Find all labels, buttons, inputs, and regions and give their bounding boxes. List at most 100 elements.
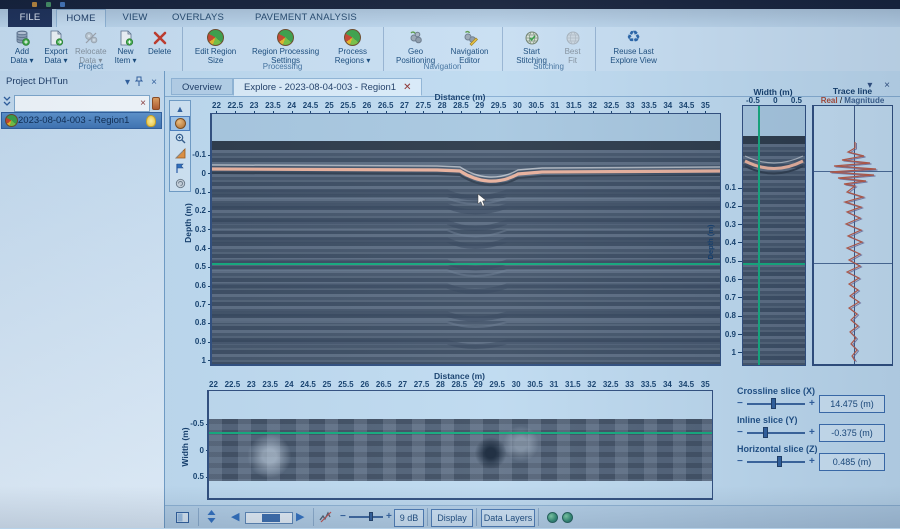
tab-pavement-analysis[interactable]: PAVEMENT ANALYSIS <box>240 9 372 27</box>
reuse-last-explore-view-button[interactable]: ♻ Reuse Last Explore View <box>601 29 667 65</box>
quick-access-icon[interactable] <box>32 2 37 7</box>
navigation-editor-icon <box>462 29 478 46</box>
horizontal-slice-row: − + 0.485 (m) <box>737 456 887 468</box>
trace-magnitude-label[interactable]: Magnitude <box>844 96 884 105</box>
increment-icon[interactable]: + <box>809 427 815 438</box>
axis-tick: 27 <box>400 101 409 110</box>
relocate-data-button[interactable]: Relocate Data ▾ <box>73 29 109 65</box>
axis-tick: 27.5 <box>414 380 430 389</box>
inline-value[interactable]: -0.375 (m) <box>819 424 885 442</box>
project-panel: Project DHTun ▾ × × 2023-08-04-003 - Reg… <box>0 71 165 528</box>
pin-icon[interactable] <box>135 76 143 92</box>
main-radar-overlay <box>212 114 721 365</box>
lightbulb-icon <box>146 115 156 127</box>
quick-access-icon[interactable] <box>60 2 65 7</box>
data-layers-button[interactable]: Data Layers <box>481 509 535 527</box>
quick-access-icon[interactable] <box>46 2 51 7</box>
panel-menu-icon[interactable]: ▾ <box>125 76 130 90</box>
scroll-left-icon[interactable]: ◀ <box>231 510 239 524</box>
trace-panel-title: Trace line <box>812 86 893 96</box>
axis-tick: 0.5 <box>193 472 204 481</box>
ribbon-tab-row: FILE HOME VIEW OVERLAYS PAVEMENT ANALYSI… <box>0 9 900 28</box>
updown-arrows-icon[interactable] <box>206 510 217 528</box>
region-processing-settings-button[interactable]: Region Processing Settings <box>244 29 328 65</box>
zoom-tool-button[interactable] <box>170 131 190 146</box>
new-item-button[interactable]: New Item ▾ <box>109 29 143 65</box>
inline-slice-marker[interactable] <box>758 106 760 365</box>
gain-decrease-icon[interactable]: − <box>340 511 346 522</box>
collapse-toolbar-button[interactable]: ▲ <box>170 101 190 116</box>
add-data-button[interactable]: Add Data ▾ <box>5 29 39 65</box>
decrement-icon[interactable]: − <box>737 456 743 467</box>
new-page-icon <box>118 29 134 46</box>
axis-tick: -0.5 <box>190 419 204 428</box>
gain-value[interactable]: 9 dB <box>394 509 424 527</box>
crossline-width-view[interactable] <box>742 105 806 366</box>
crossline-slider[interactable] <box>747 403 805 405</box>
triangle-ruler-icon <box>175 148 186 159</box>
export-data-button[interactable]: Export Data ▾ <box>39 29 73 65</box>
horizontal-slice-marker[interactable] <box>743 263 805 265</box>
tab-file[interactable]: FILE <box>8 9 52 27</box>
horizontal-slice-view[interactable] <box>207 390 713 500</box>
process-regions-button[interactable]: Process Regions ▾ <box>328 29 378 65</box>
globe-icon[interactable] <box>547 512 558 523</box>
geo-positioning-button[interactable]: Geo Positioning <box>389 29 443 65</box>
pan-tool-button[interactable] <box>170 116 190 131</box>
clear-search-icon[interactable]: × <box>140 98 146 109</box>
scrollbar-thumb[interactable] <box>262 514 280 522</box>
measure-tool-button[interactable] <box>170 146 190 161</box>
main-radar-view[interactable] <box>210 113 721 366</box>
gain-increase-icon[interactable]: + <box>386 511 392 522</box>
group-label-project: Project <box>0 62 182 71</box>
best-fit-button[interactable]: Best Fit <box>556 29 590 65</box>
axis-tick: 24 <box>287 101 296 110</box>
tab-overlays[interactable]: OVERLAYS <box>162 9 234 27</box>
globe-icon[interactable] <box>562 512 573 523</box>
axis-tick: 26.5 <box>378 101 394 110</box>
region-pie-icon <box>5 114 18 127</box>
axis-tick: 0.1 <box>195 187 206 196</box>
delete-button[interactable]: Delete <box>143 29 177 56</box>
flag-tool-button[interactable] <box>170 161 190 176</box>
increment-icon[interactable]: + <box>809 456 815 467</box>
search-input[interactable] <box>14 95 150 112</box>
decrement-icon[interactable]: − <box>737 427 743 438</box>
edit-region-size-button[interactable]: Edit Region Size <box>188 29 244 65</box>
ribbon-group-view: ♻ Reuse Last Explore View <box>596 27 672 71</box>
inline-slice-marker-bottom[interactable] <box>209 432 712 434</box>
magnifier-icon <box>175 133 186 144</box>
inline-slider[interactable] <box>747 432 805 434</box>
trace-line-view[interactable] <box>812 105 893 366</box>
axis-tick: 22 <box>209 380 218 389</box>
horizontal-value[interactable]: 0.485 (m) <box>819 453 885 471</box>
start-stitching-button[interactable]: Start Stitching <box>508 29 556 65</box>
decrement-icon[interactable]: − <box>737 398 743 409</box>
axis-tick: 0.1 <box>725 183 736 192</box>
filter-icon[interactable] <box>152 97 160 110</box>
expand-collapse-icon[interactable] <box>2 94 12 112</box>
axis-tick: 29 <box>474 380 483 389</box>
axis-tick: 28 <box>438 101 447 110</box>
display-button[interactable]: Display <box>431 509 473 527</box>
tab-home[interactable]: HOME <box>56 9 106 27</box>
main-distance-ticks: 2222.52323.52424.52525.52626.52727.52828… <box>212 101 710 110</box>
tab-view[interactable]: VIEW <box>112 9 158 27</box>
scroll-right-icon[interactable]: ▶ <box>296 510 304 524</box>
tree-item-region1[interactable]: 2023-08-04-003 - Region1 <box>1 112 162 129</box>
axis-tick: 0.5 <box>725 256 736 265</box>
gain-curve-icon[interactable] <box>319 510 333 528</box>
gain-slider[interactable] <box>349 516 383 518</box>
trace-real-label[interactable]: Real <box>821 96 838 105</box>
horizontal-scrollbar[interactable] <box>245 512 293 524</box>
navigation-editor-button[interactable]: Navigation Editor <box>443 29 497 65</box>
increment-icon[interactable]: + <box>809 398 815 409</box>
axis-tick: 31.5 <box>565 380 581 389</box>
axis-tick: 25.5 <box>340 101 356 110</box>
crossline-value[interactable]: 14.475 (m) <box>819 395 885 413</box>
layout-icon[interactable] <box>176 510 189 528</box>
width-panel-ticks: -0.500.5 <box>746 96 802 105</box>
status-bar: ◀ ▶ − + 9 dB Display Data Layers <box>165 505 900 529</box>
close-icon[interactable]: × <box>151 76 157 90</box>
horizontal-slider[interactable] <box>747 461 805 463</box>
